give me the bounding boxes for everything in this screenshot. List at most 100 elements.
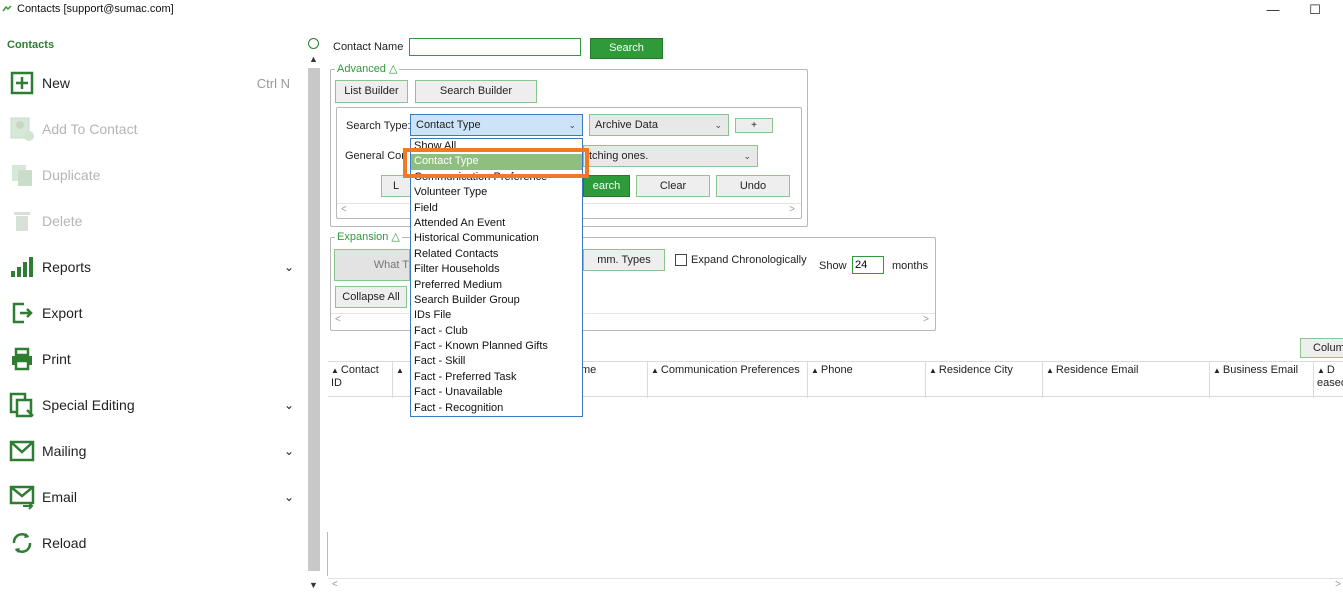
table-hscrollbar[interactable]: < > [328,578,1343,592]
sidebar-item-label: Add To Contact [42,121,138,137]
scroll-left-icon[interactable]: < [335,314,341,325]
export-icon [8,299,36,327]
sidebar-item-label: Delete [42,213,83,229]
chevron-down-icon[interactable]: ⌄ [284,490,294,504]
clear-button[interactable]: Clear [636,175,710,197]
sidebar-heading: Contacts [7,39,55,51]
duplicate-icon [8,161,36,189]
scroll-down-icon[interactable]: ▼ [309,580,318,590]
sidebar-item-reports[interactable]: Reports ⌄ [8,251,298,283]
column-header-deceased[interactable]: ▲D eased [1314,362,1343,398]
reload-icon [8,529,36,557]
scrollbar-thumb[interactable] [308,68,320,571]
sidebar-item-label: Reports [42,259,92,275]
dropdown-option[interactable]: Volunteer Type [411,185,582,200]
column-header-contact-id[interactable]: ▲ Contact ID [328,362,393,398]
panel-scrollbar[interactable]: ▲ ▼ [306,32,322,595]
list-builder-button[interactable]: List Builder [335,80,408,103]
add-contact-icon [8,115,36,143]
load-button[interactable]: L [381,175,411,197]
comm-types-button[interactable]: mm. Types [583,249,665,271]
add-criteria-button[interactable]: + [735,118,773,133]
sidebar-item-add-to-contact[interactable]: Add To Contact [8,113,298,145]
what-to-show-button[interactable]: What T [334,249,410,281]
scroll-right-icon[interactable]: > [1335,579,1341,590]
column-header[interactable]: ▲ [393,362,411,398]
show-label: Show [819,260,847,272]
scroll-left-icon[interactable]: < [341,204,347,215]
expand-chronologically-checkbox[interactable] [675,254,687,266]
search-type-value: Contact Type [416,119,481,131]
sidebar-item-export[interactable]: Export [8,297,298,329]
dropdown-option[interactable]: Fact - Club [411,324,582,339]
search-type-select[interactable]: Contact Type ⌄ [410,114,583,136]
sort-arrow-icon: ▲ [811,366,819,375]
columns-button[interactable]: Colum [1300,338,1343,358]
sort-arrow-icon: ▲ [331,366,339,375]
chevron-down-icon[interactable]: ⌄ [284,398,294,412]
archive-data-select[interactable]: Archive Data ⌄ [589,114,729,136]
advanced-search-button[interactable]: earch [583,175,630,197]
search-builder-button[interactable]: Search Builder [415,80,537,103]
scroll-left-icon[interactable]: < [332,579,338,590]
sidebar-item-label: Export [42,305,83,321]
sidebar-item-label: Email [42,489,78,505]
contact-name-input[interactable] [409,38,581,56]
months-input[interactable] [852,256,884,274]
sidebar-item-new[interactable]: New Ctrl N [8,67,298,99]
column-header-residence-email[interactable]: ▲ Residence Email [1043,362,1210,398]
minimize-button[interactable]: — [1264,1,1282,19]
dropdown-option[interactable]: IDs File [411,308,582,323]
sidebar-item-label: Print [42,351,71,367]
collapse-all-button[interactable]: Collapse All [335,286,407,308]
chevron-down-icon[interactable]: ⌄ [284,260,294,274]
dropdown-option[interactable]: Attended An Event [411,216,582,231]
dropdown-option[interactable]: Fact - Unavailable [411,385,582,400]
dropdown-option[interactable]: Preferred Medium [411,278,582,293]
advanced-legend[interactable]: Advanced △ [335,62,400,75]
sidebar-item-print[interactable]: Print [8,343,298,375]
sidebar-item-special-editing[interactable]: Special Editing ⌄ [8,389,298,421]
column-header-phone[interactable]: ▲ Phone [808,362,926,398]
dropdown-option[interactable]: Related Contacts [411,247,582,262]
chevron-down-icon: ⌄ [714,120,722,130]
printer-icon [8,345,36,373]
dropdown-option[interactable]: Filter Households [411,262,582,277]
sort-arrow-icon: ▲ [396,366,404,375]
scroll-up-icon[interactable]: ▲ [309,54,318,64]
column-header-business-email[interactable]: ▲ Business Email [1210,362,1314,398]
dropdown-option[interactable]: Fact - Skill [411,354,582,369]
dropdown-option[interactable]: Fact - Known Planned Gifts [411,339,582,354]
expansion-legend[interactable]: Expansion △ [335,230,402,243]
column-header-communication-preferences[interactable]: ▲ Communication Preferences [648,362,808,398]
dropdown-option[interactable]: Historical Communication [411,231,582,246]
column-header-residence-city[interactable]: ▲ Residence City [926,362,1043,398]
sort-arrow-icon: ▲ [1317,366,1325,375]
chevron-down-icon[interactable]: ⌄ [284,444,294,458]
undo-button[interactable]: Undo [716,175,790,197]
search-button[interactable]: Search [590,38,663,59]
sidebar-item-duplicate[interactable]: Duplicate [8,159,298,191]
dropdown-option[interactable]: Search Builder Group [411,293,582,308]
match-condition-select[interactable]: tching ones. ⌄ [583,145,758,167]
collapse-toggle-icon[interactable] [308,38,319,49]
column-header-name[interactable]: me [578,362,648,398]
app-icon [2,5,12,13]
dropdown-option[interactable]: Fact - Recognition [411,401,582,416]
search-type-dropdown-list[interactable]: Show All Contact Type Communication Prefer… [410,138,583,417]
scroll-right-icon[interactable]: > [789,204,795,215]
dropdown-option[interactable]: Fact - Preferred Task [411,370,582,385]
sidebar-item-email[interactable]: Email ⌄ [8,481,298,513]
shortcut-label: Ctrl N [256,75,290,91]
sidebar-item-mailing[interactable]: Mailing ⌄ [8,435,298,467]
dropdown-option[interactable]: Field [411,201,582,216]
sidebar-item-reload[interactable]: Reload [8,527,298,559]
sidebar-item-delete[interactable]: Delete [8,205,298,237]
email-icon [8,483,36,511]
match-condition-value: tching ones. [589,150,649,162]
chevron-down-icon: ⌄ [743,151,751,161]
maximize-button[interactable]: ☐ [1306,1,1324,19]
plus-box-icon [8,69,36,97]
general-condition-label: General Cor [345,150,405,162]
scroll-right-icon[interactable]: > [923,314,929,325]
